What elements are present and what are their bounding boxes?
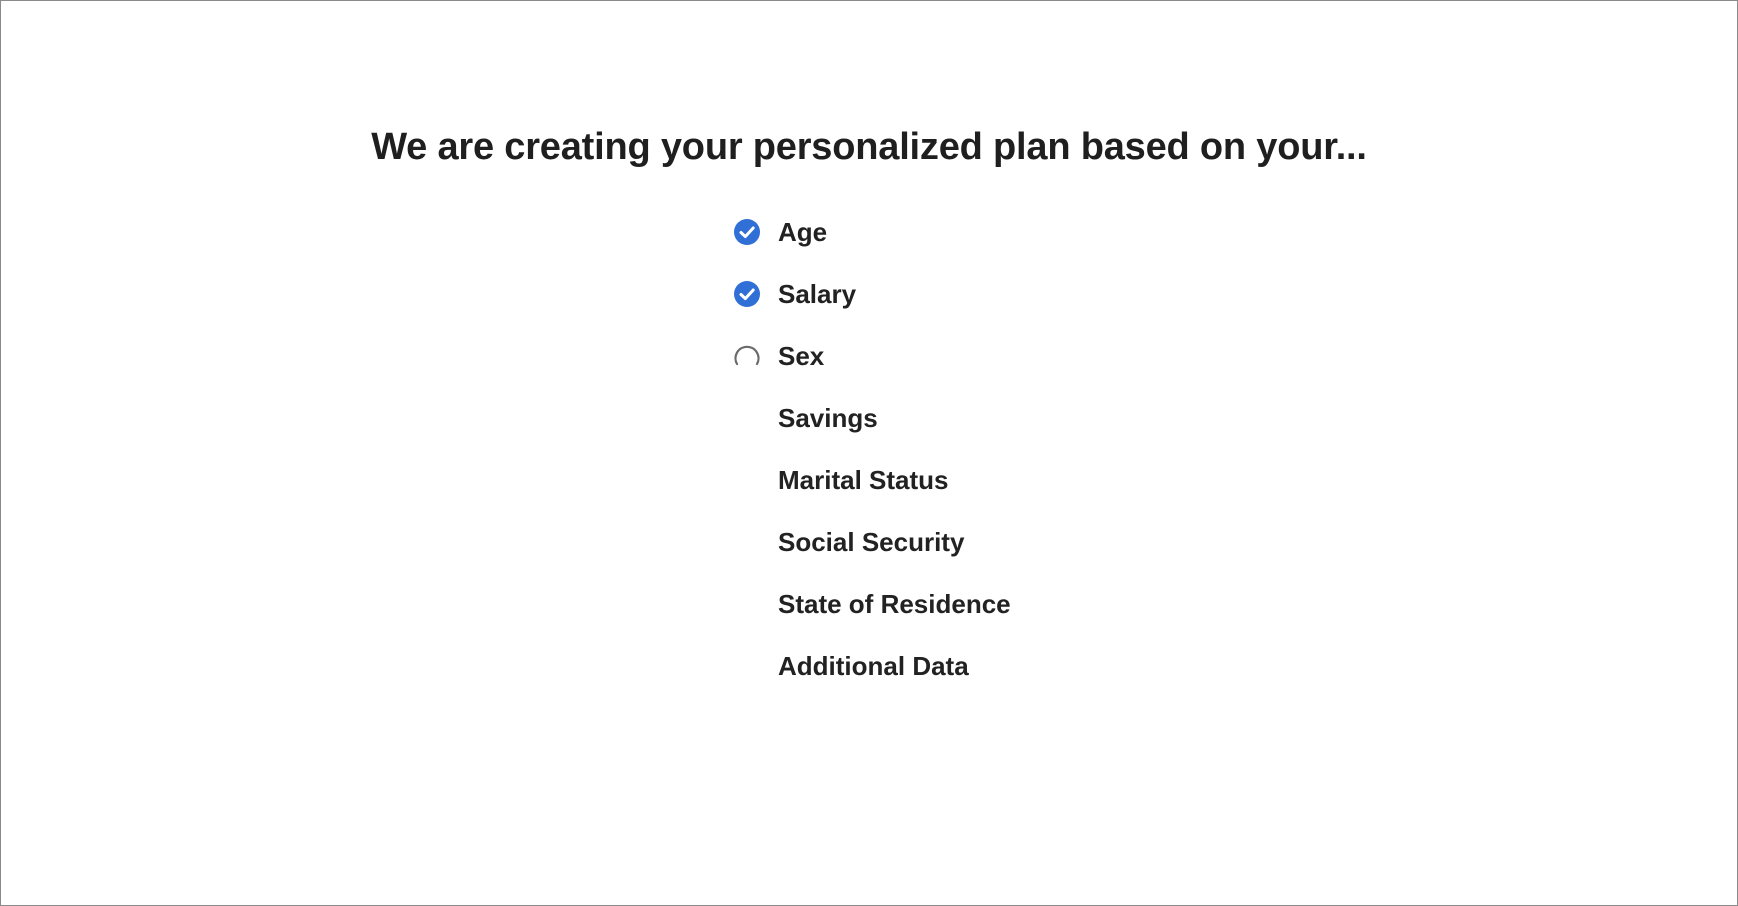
item-label-state-of-residence: State of Residence <box>778 589 1011 619</box>
item-label-salary: Salary <box>778 279 857 309</box>
item-label-sex: Sex <box>778 341 825 371</box>
item-label-marital-status: Marital Status <box>778 465 949 495</box>
item-label-savings: Savings <box>778 403 878 433</box>
item-label-additional-data: Additional Data <box>778 651 969 681</box>
item-label-social-security: Social Security <box>778 527 965 557</box>
item-label-age: Age <box>778 217 828 247</box>
check-circle-icon <box>733 218 761 246</box>
check-circle-icon <box>733 280 761 308</box>
spinner-icon <box>733 342 761 370</box>
page-title: We are creating your personalized plan b… <box>371 126 1367 168</box>
loading-screen: We are creating your personalized plan b… <box>0 0 1738 906</box>
